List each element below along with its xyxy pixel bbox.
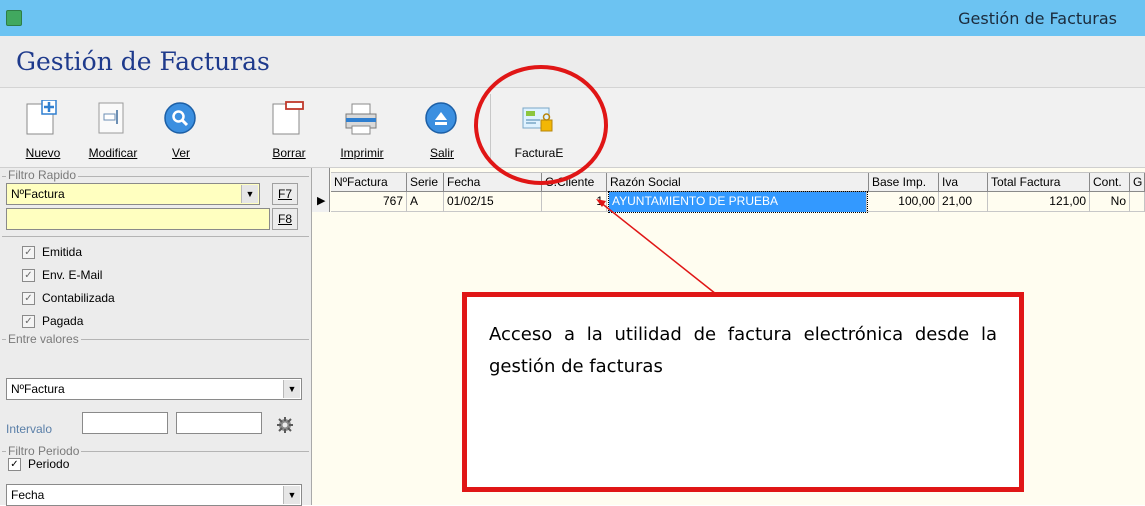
- annotation-text: Acceso a la utilidad de factura electrón…: [489, 324, 997, 377]
- column-header-total[interactable]: Total Factura: [988, 173, 1090, 192]
- exit-button-label: Salir: [429, 146, 454, 160]
- quick-filter-field-value: NºFactura: [11, 187, 65, 201]
- column-header-number[interactable]: NºFactura: [331, 173, 407, 192]
- cell-accounted[interactable]: No: [1090, 192, 1130, 212]
- toolbar: Nuevo Modificar Ver Borrar Imprimir Sali…: [0, 88, 1145, 168]
- range-field-select[interactable]: NºFactura ▼: [6, 378, 302, 400]
- page-title: Gestión de Facturas: [16, 47, 270, 76]
- new-button[interactable]: Nuevo: [12, 88, 74, 168]
- column-header-base[interactable]: Base Imp.: [869, 173, 939, 192]
- emitida-checkbox[interactable]: ✓: [22, 246, 35, 259]
- column-header-company-name[interactable]: Razón Social: [607, 173, 869, 192]
- view-button-label: Ver: [171, 146, 190, 160]
- pagada-checkbox[interactable]: ✓: [22, 315, 35, 328]
- column-header-accounted[interactable]: Cont.: [1090, 173, 1130, 192]
- interval-from-input[interactable]: [82, 412, 168, 434]
- cell-total[interactable]: 121,00: [988, 192, 1090, 212]
- exit-button[interactable]: Salir: [411, 88, 473, 168]
- column-header-vat[interactable]: Iva: [939, 173, 988, 192]
- column-header-client-code[interactable]: C.Cliente: [542, 173, 607, 192]
- gear-icon[interactable]: [276, 416, 294, 434]
- view-button[interactable]: Ver: [150, 88, 212, 168]
- search-icon: [164, 102, 196, 134]
- delete-document-icon: [272, 101, 304, 135]
- period-filter-title: Filtro Periodo: [6, 444, 82, 458]
- cell-date[interactable]: 01/02/15: [444, 192, 542, 212]
- contabilizada-checkbox[interactable]: ✓: [22, 292, 35, 305]
- chevron-down-icon[interactable]: ▼: [283, 380, 300, 398]
- period-field-select[interactable]: Fecha ▼: [6, 484, 302, 506]
- range-filter-title: Entre valores: [6, 332, 81, 346]
- divider: [2, 236, 309, 237]
- quick-filter-input[interactable]: [6, 208, 270, 230]
- modify-button-label: Modificar: [88, 146, 138, 160]
- cell-base[interactable]: 100,00: [869, 192, 939, 212]
- cell-vat[interactable]: 21,00: [939, 192, 988, 212]
- quick-filter-field-select[interactable]: NºFactura ▼: [6, 183, 260, 205]
- interval-to-input[interactable]: [176, 412, 262, 434]
- facturae-button-label: FacturaE: [514, 146, 564, 160]
- delete-button-label: Borrar: [272, 146, 306, 160]
- toolbar-separator: [490, 94, 491, 160]
- edit-document-icon: [98, 102, 124, 134]
- column-header-g[interactable]: G: [1130, 173, 1145, 192]
- cell-client-code[interactable]: 1: [542, 192, 607, 212]
- row-indicator-column: ▶: [312, 168, 330, 212]
- f8-button[interactable]: F8: [272, 208, 298, 230]
- printer-icon: [345, 103, 377, 135]
- pagada-label: Pagada: [42, 314, 84, 328]
- cell-number[interactable]: 767: [331, 192, 407, 212]
- current-row-indicator-icon: ▶: [317, 195, 326, 207]
- contabilizada-label: Contabilizada: [42, 291, 115, 305]
- print-button[interactable]: Imprimir: [331, 88, 393, 168]
- app-icon: [6, 10, 22, 26]
- new-document-icon: [26, 100, 57, 135]
- email-checkbox[interactable]: ✓: [22, 269, 35, 282]
- chevron-down-icon[interactable]: ▼: [241, 185, 258, 203]
- new-button-label: Nuevo: [25, 146, 61, 160]
- f7-button[interactable]: F7: [272, 183, 298, 205]
- table-row[interactable]: 767 A 01/02/15 1 AYUNTAMIENTO DE PRUEBA …: [331, 191, 1145, 213]
- delete-button[interactable]: Borrar: [258, 88, 320, 168]
- window-title: Gestión de Facturas: [958, 9, 1117, 28]
- grid-header: NºFactura Serie Fecha C.Cliente Razón So…: [331, 172, 1145, 192]
- emitida-label: Emitida: [42, 245, 83, 259]
- chevron-down-icon[interactable]: ▼: [283, 486, 300, 504]
- quick-filter-title: Filtro Rapido: [6, 168, 79, 182]
- page-header: Gestión de Facturas: [0, 36, 1145, 88]
- period-checkbox[interactable]: ✓: [8, 458, 21, 471]
- facturae-button[interactable]: FacturaE: [508, 88, 570, 168]
- column-header-date[interactable]: Fecha: [444, 173, 542, 192]
- period-field-value: Fecha: [11, 488, 45, 502]
- interval-label: Intervalo: [6, 422, 53, 436]
- cell-series[interactable]: A: [407, 192, 444, 212]
- e-invoice-icon: [522, 107, 553, 132]
- cell-g[interactable]: [1130, 192, 1145, 212]
- annotation-callout: Acceso a la utilidad de factura electrón…: [462, 292, 1024, 492]
- period-label: Periodo: [28, 457, 70, 471]
- filter-panel: Filtro Rapido NºFactura ▼ F7 F8 ✓ Emitid…: [0, 168, 312, 506]
- window-titlebar: Gestión de Facturas: [0, 0, 1145, 36]
- eject-icon: [425, 102, 457, 134]
- print-button-label: Imprimir: [340, 146, 384, 160]
- email-label: Env. E-Mail: [42, 268, 103, 282]
- range-field-value: NºFactura: [11, 382, 65, 396]
- modify-button[interactable]: Modificar: [82, 88, 144, 168]
- column-header-series[interactable]: Serie: [407, 173, 444, 192]
- cell-company-name[interactable]: AYUNTAMIENTO DE PRUEBA: [608, 191, 868, 213]
